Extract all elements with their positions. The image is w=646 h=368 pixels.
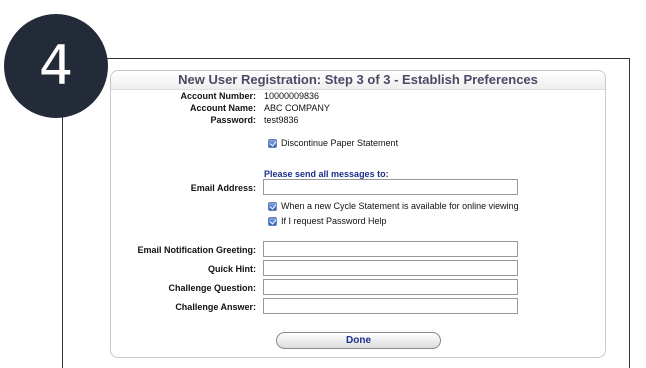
notify-cycle-checkbox[interactable]: [268, 201, 277, 211]
challenge-question-input[interactable]: [263, 279, 518, 295]
account-number-value: 10000009836: [264, 91, 320, 101]
account-name-label: Account Name:: [189, 103, 256, 113]
password-label: Password:: [210, 115, 256, 125]
notify-cycle-option[interactable]: When a new Cycle Statement is available …: [268, 201, 519, 211]
discontinue-paper-checkbox[interactable]: [268, 138, 277, 148]
email-address-input[interactable]: [263, 179, 518, 195]
messages-heading: Please send all messages to:: [264, 169, 389, 179]
done-button[interactable]: Done: [276, 332, 441, 349]
challenge-question-label: Challenge Question:: [168, 283, 256, 293]
greeting-input[interactable]: [263, 241, 518, 257]
account-name-value: ABC COMPANY: [264, 103, 330, 113]
email-address-label: Email Address:: [190, 183, 256, 193]
challenge-answer-label: Challenge Answer:: [175, 302, 256, 312]
step-number-badge: 4: [4, 14, 108, 118]
panel-title: New User Registration: Step 3 of 3 - Est…: [111, 71, 605, 90]
account-number-label: Account Number:: [180, 91, 256, 101]
discontinue-paper-option[interactable]: Discontinue Paper Statement: [268, 138, 398, 148]
notify-password-checkbox[interactable]: [268, 216, 277, 226]
greeting-label: Email Notification Greeting:: [137, 245, 256, 255]
challenge-answer-input[interactable]: [263, 298, 518, 314]
registration-panel: New User Registration: Step 3 of 3 - Est…: [110, 70, 606, 358]
quick-hint-input[interactable]: [263, 260, 518, 276]
notify-password-label: If I request Password Help: [281, 216, 387, 226]
notify-cycle-label: When a new Cycle Statement is available …: [281, 201, 519, 211]
discontinue-paper-label: Discontinue Paper Statement: [281, 138, 399, 148]
password-value: test9836: [264, 115, 299, 125]
quick-hint-label: Quick Hint:: [207, 264, 256, 274]
notify-password-option[interactable]: If I request Password Help: [268, 216, 387, 226]
